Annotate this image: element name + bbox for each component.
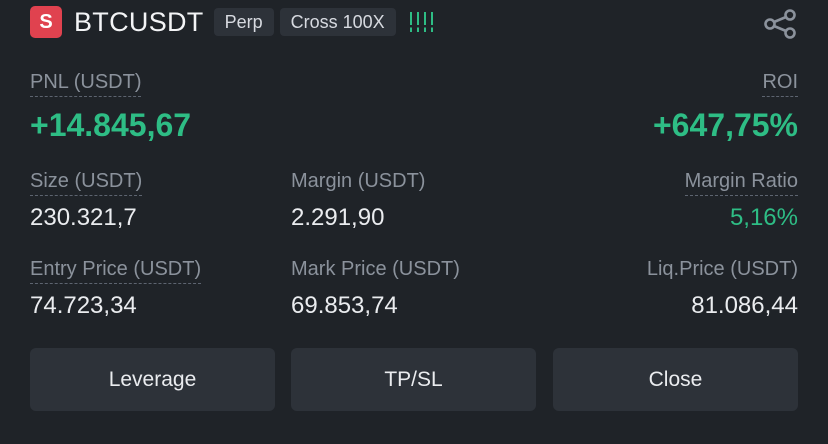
mark-price-value: 69.853,74: [291, 292, 398, 319]
margin-value: 2.291,90: [291, 204, 385, 231]
size-value: 230.321,7: [30, 204, 137, 231]
side-badge: S: [30, 6, 62, 38]
share-icon[interactable]: [762, 8, 798, 40]
liq-price-value: 81.086,44: [691, 292, 798, 319]
entry-price-value: 74.723,34: [30, 292, 137, 319]
pnl-label[interactable]: PNL (USDT): [30, 70, 142, 97]
liq-price-label: Liq.Price (USDT): [646, 258, 798, 280]
mark-price-label: Mark Price (USDT): [291, 258, 460, 280]
contract-type-tag: Perp: [213, 8, 274, 36]
margin-ratio-value: 5,16%: [729, 204, 798, 231]
margin-label: Margin (USDT): [291, 170, 426, 192]
margin-ratio-label[interactable]: Margin Ratio: [684, 169, 798, 196]
pnl-value: +14.845,67: [30, 107, 192, 143]
risk-bars-icon: [409, 10, 433, 34]
roi-value: +647,75%: [652, 107, 798, 143]
position-header: S BTCUSDT Perp Cross 100X: [30, 6, 433, 38]
entry-price-label[interactable]: Entry Price (USDT): [30, 257, 202, 284]
position-card: S BTCUSDT Perp Cross 100X PNL (USDT) +14…: [0, 0, 828, 444]
roi-label[interactable]: ROI: [762, 70, 798, 97]
margin-mode-tag[interactable]: Cross 100X: [279, 8, 396, 36]
size-label[interactable]: Size (USDT): [30, 169, 143, 196]
symbol-title[interactable]: BTCUSDT: [74, 7, 204, 38]
tpsl-button[interactable]: TP/SL: [291, 348, 536, 411]
leverage-button[interactable]: Leverage: [30, 348, 275, 411]
close-position-button[interactable]: Close: [553, 348, 798, 411]
